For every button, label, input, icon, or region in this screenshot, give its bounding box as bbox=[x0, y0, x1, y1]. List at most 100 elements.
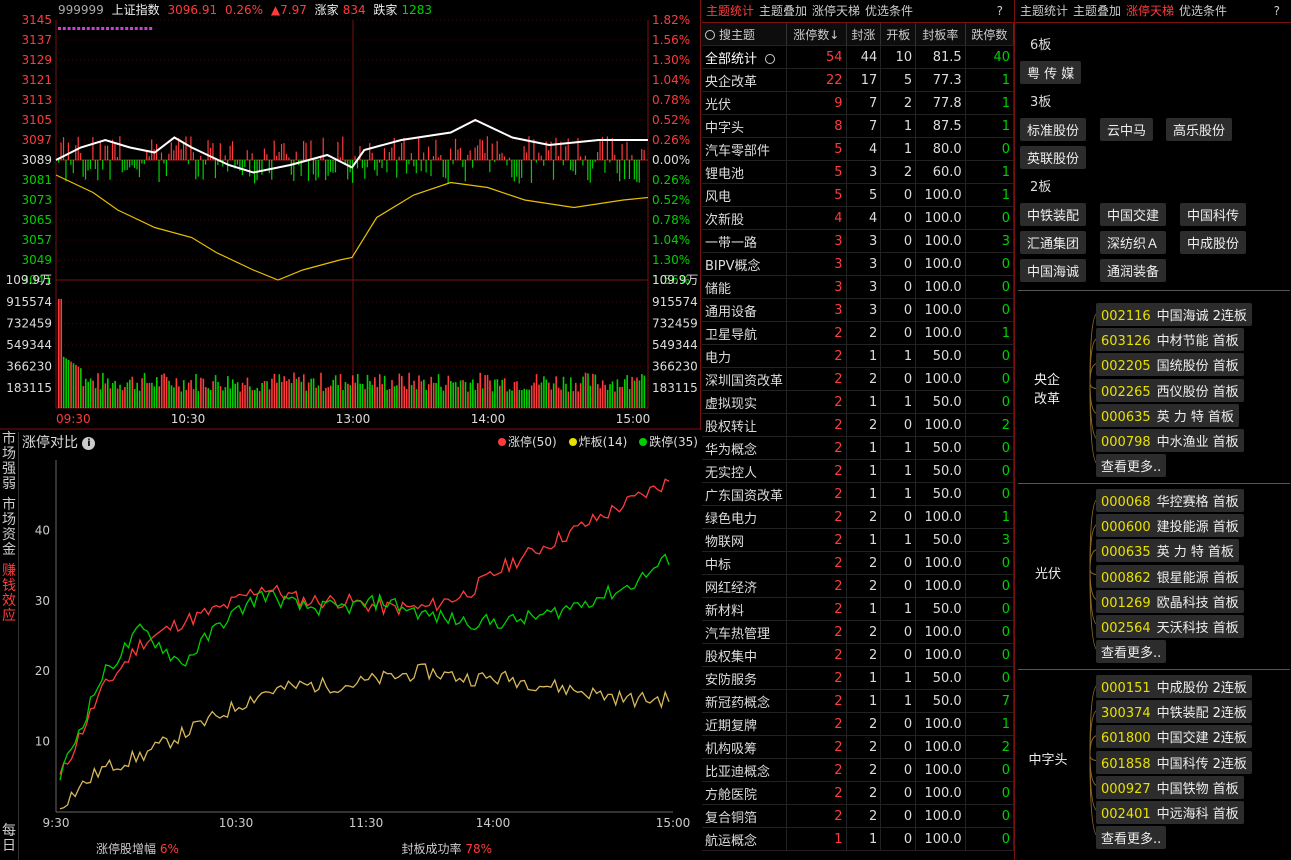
group-stock[interactable]: 601858 中国科传 2连板 bbox=[1096, 750, 1252, 774]
theme-row[interactable]: 光伏 9 7 2 77.8 1 bbox=[702, 91, 1015, 115]
group-stock[interactable]: 001269 欧晶科技 首板 bbox=[1096, 589, 1244, 613]
theme-row[interactable]: 航运概念 1 1 0 100.0 0 bbox=[702, 827, 1015, 851]
theme-row[interactable]: 汽车零部件 5 4 1 80.0 0 bbox=[702, 137, 1015, 161]
group-stock[interactable]: 601800 中国交建 2连板 bbox=[1096, 725, 1252, 749]
theme-row[interactable]: 方舱医院 2 2 0 100.0 0 bbox=[702, 781, 1015, 805]
theme-row[interactable]: 通用设备 3 3 0 100.0 0 bbox=[702, 298, 1015, 322]
group-stock[interactable]: 603126 中材节能 首板 bbox=[1096, 328, 1244, 352]
ladder-stock[interactable]: 通润装备 bbox=[1100, 259, 1167, 282]
compare-chart[interactable]: 10 20 30 40 9:30 10:30 11:30 14:00 15:00 bbox=[18, 450, 700, 840]
panel-tab[interactable]: 主题叠加 bbox=[759, 4, 807, 18]
group-stock[interactable]: 000862 银星能源 首板 bbox=[1096, 564, 1244, 588]
theme-row[interactable]: 中标 2 2 0 100.0 0 bbox=[702, 551, 1015, 575]
theme-row[interactable]: BIPV概念 3 3 0 100.0 0 bbox=[702, 252, 1015, 276]
theme-cell: 0 bbox=[965, 758, 1015, 782]
theme-row[interactable]: 华为概念 2 1 1 50.0 0 bbox=[702, 436, 1015, 460]
side-tab[interactable]: 赚钱效应 bbox=[0, 564, 18, 624]
group-stock[interactable]: 002265 西仪股份 首板 bbox=[1096, 378, 1244, 402]
theme-row[interactable]: 深圳国资改革 2 2 0 100.0 0 bbox=[702, 367, 1015, 391]
side-tab[interactable]: 市场资金 bbox=[0, 498, 18, 558]
group-stock[interactable]: 000600 建投能源 首板 bbox=[1096, 514, 1244, 538]
stock-code: 000635 bbox=[1101, 545, 1151, 561]
theme-row[interactable]: 次新股 4 4 0 100.0 0 bbox=[702, 206, 1015, 230]
panel-tab[interactable]: 优选条件 bbox=[865, 4, 913, 18]
theme-row[interactable]: 储能 3 3 0 100.0 0 bbox=[702, 275, 1015, 299]
ladder-stock[interactable]: 标准股份 bbox=[1020, 118, 1087, 141]
group-stock[interactable]: 000635 英 力 特首板 bbox=[1096, 539, 1239, 563]
group-stock[interactable]: 002205 国统股份 首板 bbox=[1096, 353, 1244, 377]
group-stock[interactable]: 000151 中成股份 2连板 bbox=[1096, 675, 1252, 698]
price-tick: 3145 bbox=[21, 13, 52, 27]
theme-row[interactable]: 安防服务 2 1 1 50.0 0 bbox=[702, 666, 1015, 690]
view-more-button[interactable]: 查看更多.. bbox=[1096, 640, 1167, 664]
theme-row[interactable]: 广东国资改革 2 1 1 50.0 0 bbox=[702, 482, 1015, 506]
ladder-stock[interactable]: 中国科传 bbox=[1180, 203, 1247, 226]
col-sealed[interactable]: 封涨 bbox=[846, 23, 882, 46]
panel-tab[interactable]: 涨停天梯 bbox=[812, 4, 860, 18]
col-limitup[interactable]: 涨停数↓ bbox=[786, 23, 847, 46]
theme-row[interactable]: 比亚迪概念 2 2 0 100.0 0 bbox=[702, 758, 1015, 782]
ladder-stock[interactable]: 粤 传 媒 bbox=[1020, 61, 1082, 84]
theme-row[interactable]: 无实控人 2 1 1 50.0 0 bbox=[702, 459, 1015, 483]
theme-row[interactable]: 卫星导航 2 2 0 100.0 1 bbox=[702, 321, 1015, 345]
ladder-stock[interactable]: 英联股份 bbox=[1020, 146, 1087, 169]
group-stock[interactable]: 000068 华控赛格 首板 bbox=[1096, 489, 1244, 512]
view-more-button[interactable]: 查看更多.. bbox=[1096, 454, 1167, 478]
theme-row[interactable]: 一带一路 3 3 0 100.0 3 bbox=[702, 229, 1015, 253]
panel-tab[interactable]: 优选条件 bbox=[1179, 4, 1227, 18]
group-stock[interactable]: 300374 中铁装配 2连板 bbox=[1096, 700, 1252, 724]
theme-tabbar: 主题统计 主题叠加 涨停天梯 优选条件? bbox=[702, 0, 1014, 23]
theme-row[interactable]: 央企改革 22 17 5 77.3 1 bbox=[702, 68, 1015, 92]
theme-row[interactable]: 新冠药概念 2 1 1 50.0 7 bbox=[702, 689, 1015, 713]
theme-row[interactable]: 全部统计 54 44 10 81.5 40 bbox=[702, 45, 1015, 69]
theme-row[interactable]: 虚拟现实 2 1 1 50.0 0 bbox=[702, 390, 1015, 414]
ladder-stock[interactable]: 云中马 bbox=[1100, 118, 1154, 141]
theme-row[interactable]: 机构吸筹 2 2 0 100.0 2 bbox=[702, 735, 1015, 759]
theme-row[interactable]: 锂电池 5 3 2 60.0 1 bbox=[702, 160, 1015, 184]
theme-row[interactable]: 汽车热管理 2 2 0 100.0 0 bbox=[702, 620, 1015, 644]
ladder-stock[interactable]: 汇通集团 bbox=[1020, 231, 1087, 254]
theme-row[interactable]: 新材料 2 1 1 50.0 0 bbox=[702, 597, 1015, 621]
theme-row[interactable]: 中字头 8 7 1 87.5 1 bbox=[702, 114, 1015, 138]
group-stock[interactable]: 002564 天沃科技 首板 bbox=[1096, 615, 1244, 638]
panel-tab[interactable]: 主题叠加 bbox=[1073, 4, 1121, 18]
side-tab[interactable]: 每日 bbox=[0, 824, 18, 854]
help-icon[interactable]: ? bbox=[1274, 0, 1280, 22]
help-icon[interactable]: ? bbox=[997, 0, 1003, 22]
theme-row[interactable]: 绿色电力 2 2 0 100.0 1 bbox=[702, 505, 1015, 529]
search-theme[interactable]: 搜主题 bbox=[702, 23, 788, 46]
info-icon[interactable]: i bbox=[82, 436, 96, 450]
group-stock[interactable]: 000798 中水渔业 首板 bbox=[1096, 429, 1244, 452]
theme-row[interactable]: 近期复牌 2 2 0 100.0 1 bbox=[702, 712, 1015, 736]
group-stock[interactable]: 002116 中国海诚 2连板 bbox=[1096, 303, 1252, 326]
theme-row[interactable]: 股权集中 2 2 0 100.0 0 bbox=[702, 643, 1015, 667]
ladder-stock[interactable]: 中成股份 bbox=[1180, 231, 1247, 254]
theme-row[interactable]: 股权转让 2 2 0 100.0 2 bbox=[702, 413, 1015, 437]
theme-row[interactable]: 电力 2 1 1 50.0 0 bbox=[702, 344, 1015, 368]
ladder-stock[interactable]: 深纺织Ａ bbox=[1100, 231, 1167, 254]
panel-tab[interactable]: 涨停天梯 bbox=[1126, 4, 1174, 18]
col-sealrate[interactable]: 封板率 bbox=[915, 23, 966, 46]
theme-row[interactable]: 物联网 2 1 1 50.0 3 bbox=[702, 528, 1015, 552]
intraday-chart[interactable]: 3145 1.82% 3137 1.56% 3129 1.30% 3121 1.04% 3113… bbox=[0, 0, 700, 430]
panel-tab[interactable]: 主题统计 bbox=[706, 4, 754, 18]
group-stock[interactable]: 002401 中远海科 首板 bbox=[1096, 801, 1244, 824]
ladder-stock[interactable]: 中铁装配 bbox=[1020, 203, 1087, 226]
theme-row[interactable]: 风电 5 5 0 100.0 1 bbox=[702, 183, 1015, 207]
group-stock[interactable]: 000927 中国铁物 首板 bbox=[1096, 775, 1244, 799]
ladder-stock[interactable]: 高乐股份 bbox=[1166, 118, 1233, 141]
side-tab[interactable]: 市场强弱 bbox=[0, 432, 18, 492]
breadth-bar bbox=[104, 145, 106, 160]
ladder-stock[interactable]: 中国交建 bbox=[1100, 203, 1167, 226]
panel-tab[interactable]: 主题统计 bbox=[1020, 4, 1068, 18]
group-stock[interactable]: 000635 英 力 特首板 bbox=[1096, 403, 1239, 427]
col-limitdown[interactable]: 跌停数 bbox=[965, 23, 1015, 46]
breadth-bar bbox=[594, 160, 596, 163]
col-opened[interactable]: 开板 bbox=[880, 23, 917, 46]
theme-row[interactable]: 复合铜箔 2 2 0 100.0 0 bbox=[702, 804, 1015, 828]
breadth-bar bbox=[447, 160, 449, 183]
view-more-button[interactable]: 查看更多.. bbox=[1096, 826, 1167, 850]
ladder-stock[interactable]: 中国海诚 bbox=[1020, 259, 1087, 282]
refresh-icon[interactable] bbox=[765, 54, 776, 64]
theme-row[interactable]: 网红经济 2 2 0 100.0 0 bbox=[702, 574, 1015, 598]
